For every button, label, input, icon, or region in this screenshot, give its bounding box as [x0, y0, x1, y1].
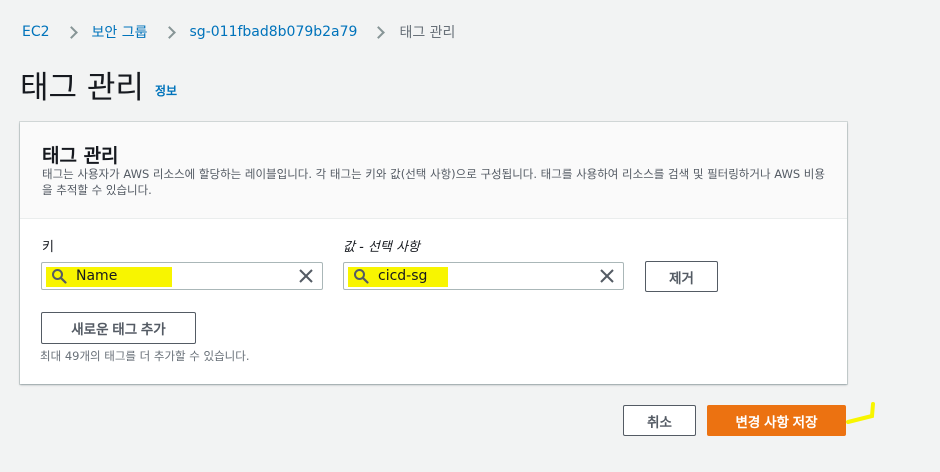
breadcrumb-ec2[interactable]: EC2	[22, 24, 50, 40]
chevron-right-icon	[66, 20, 76, 44]
cancel-button[interactable]: 취소	[623, 405, 696, 436]
tag-value-input[interactable]: cicd-sg	[343, 262, 624, 290]
tag-key-value: Name	[76, 268, 118, 284]
breadcrumb-security-group-id[interactable]: sg-011fbad8b079b2a79	[190, 24, 358, 40]
panel-description: 태그는 사용자가 AWS 리소스에 할당하는 레이블입니다. 각 태그는 키와 …	[42, 167, 825, 197]
close-icon[interactable]	[298, 268, 314, 284]
add-tag-button[interactable]: 새로운 태그 추가	[41, 312, 196, 344]
manage-tags-panel: 태그 관리 태그는 사용자가 AWS 리소스에 할당하는 레이블입니다. 각 태…	[20, 122, 847, 384]
tag-key-input[interactable]: Name	[41, 262, 323, 290]
value-label: 값 - 선택 사항	[343, 240, 420, 255]
panel-title: 태그 관리	[42, 145, 119, 167]
page-title: 태그 관리	[20, 70, 144, 106]
save-changes-button[interactable]: 변경 사항 저장	[707, 405, 846, 436]
close-icon[interactable]	[599, 268, 615, 284]
tag-limit-hint: 최대 49개의 태그를 더 추가할 수 있습니다.	[40, 349, 250, 363]
key-label: 키	[42, 240, 54, 255]
breadcrumb-security-groups[interactable]: 보안 그룹	[92, 22, 148, 42]
breadcrumb-current: 태그 관리	[399, 25, 456, 41]
breadcrumb: EC2 보안 그룹 sg-011fbad8b079b2a79 태그 관리	[22, 20, 455, 44]
panel-header: 태그 관리 태그는 사용자가 AWS 리소스에 할당하는 레이블입니다. 각 태…	[20, 122, 847, 219]
tag-value-value: cicd-sg	[378, 268, 428, 284]
remove-tag-button[interactable]: 제거	[645, 261, 718, 292]
search-icon	[52, 269, 67, 284]
search-icon	[354, 269, 369, 284]
chevron-right-icon	[373, 20, 383, 44]
info-link[interactable]: 정보	[155, 82, 177, 99]
chevron-right-icon	[164, 20, 174, 44]
highlight-mark	[846, 402, 875, 424]
